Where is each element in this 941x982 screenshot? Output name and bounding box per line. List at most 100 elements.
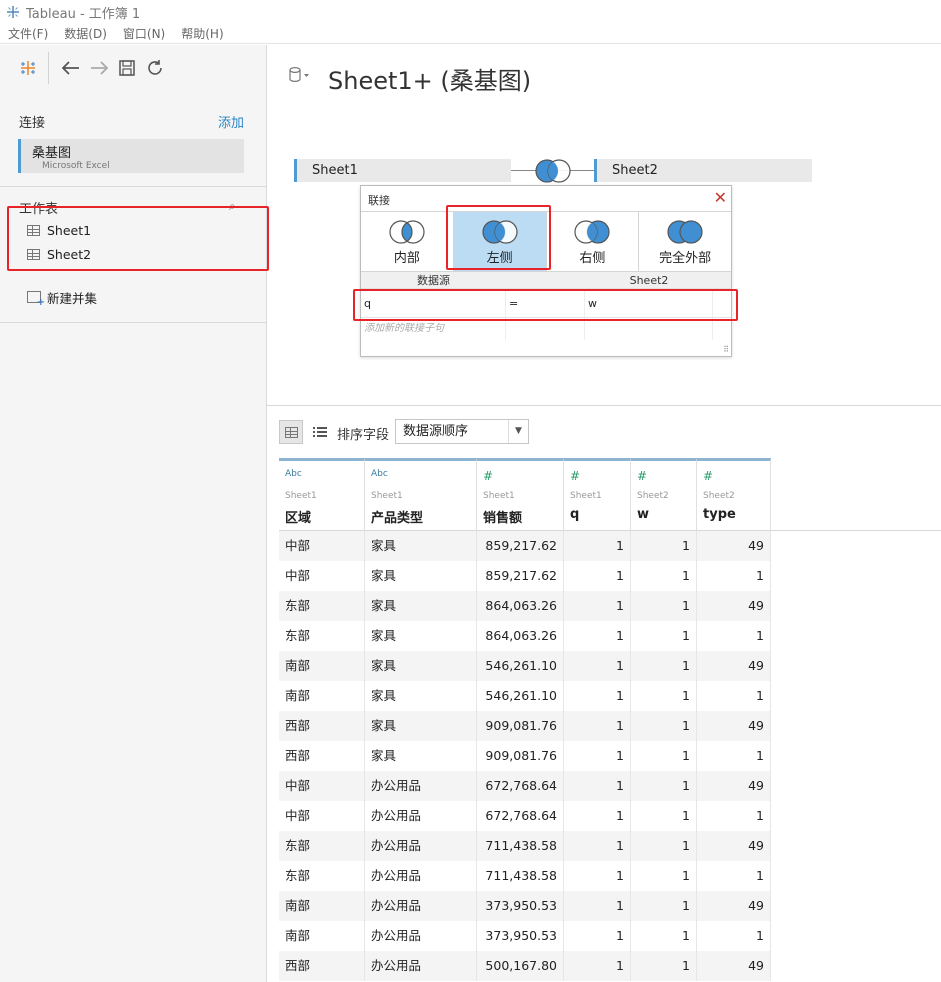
connection-item[interactable]: 桑基图 Microsoft Excel bbox=[18, 139, 244, 173]
close-icon[interactable]: ✕ bbox=[714, 188, 727, 207]
resize-grip-icon[interactable]: ⠿ bbox=[723, 345, 729, 354]
table-cell: 1 bbox=[564, 561, 631, 591]
save-icon[interactable] bbox=[113, 54, 141, 82]
table-cell: 家具 bbox=[365, 651, 477, 681]
table-cell: 711,438.58 bbox=[477, 831, 564, 861]
table-cell: 1 bbox=[564, 951, 631, 981]
table-cell: 西部 bbox=[279, 711, 365, 741]
table-cell: 500,167.80 bbox=[477, 951, 564, 981]
column-source: Sheet1 bbox=[483, 491, 515, 501]
column-name: 产品类型 bbox=[371, 511, 424, 526]
grid-view-button[interactable] bbox=[279, 420, 303, 444]
new-union-item[interactable]: 新建并集 bbox=[27, 287, 97, 308]
table-row: 南部 家具 546,261.10 1 1 49 bbox=[279, 651, 771, 681]
table-cell: 南部 bbox=[279, 921, 365, 951]
table-cell: 1 bbox=[631, 531, 697, 561]
number-type-icon[interactable]: # bbox=[483, 469, 563, 483]
table-cell: 1 bbox=[631, 681, 697, 711]
menu-data[interactable]: 数据(D) bbox=[64, 25, 107, 42]
chevron-down-icon: ▼ bbox=[508, 420, 528, 443]
table-cell: 1 bbox=[631, 621, 697, 651]
clause-empty-cell bbox=[585, 318, 713, 340]
table-cell: 49 bbox=[697, 771, 771, 801]
menu-window[interactable]: 窗口(N) bbox=[123, 25, 165, 42]
left-join-icon[interactable] bbox=[532, 158, 574, 187]
string-type-icon[interactable]: Abc bbox=[285, 469, 364, 483]
column-header[interactable]: Abc Sheet1 区域 bbox=[279, 458, 365, 531]
number-type-icon[interactable]: # bbox=[637, 469, 696, 483]
table-cell: 859,217.62 bbox=[477, 531, 564, 561]
join-type-label: 内部 bbox=[393, 251, 420, 266]
table-cell: 1 bbox=[564, 711, 631, 741]
join-type-inner[interactable]: 内部 bbox=[361, 212, 454, 271]
column-source: Sheet1 bbox=[285, 491, 317, 501]
table-cell: 1 bbox=[631, 591, 697, 621]
table-cell: 1 bbox=[564, 831, 631, 861]
table-cell: 1 bbox=[631, 771, 697, 801]
menu-file[interactable]: 文件(F) bbox=[8, 25, 48, 42]
sort-field-dropdown[interactable]: 数据源顺序 ▼ bbox=[395, 419, 529, 444]
clause-empty-cell bbox=[506, 318, 585, 340]
union-icon bbox=[27, 291, 45, 308]
refresh-icon[interactable] bbox=[141, 54, 169, 82]
menu-help[interactable]: 帮助(H) bbox=[181, 25, 223, 42]
join-type-full-outer[interactable]: 完全外部 bbox=[639, 212, 731, 271]
datasource-title[interactable]: Sheet1+ (桑基图) bbox=[328, 61, 531, 96]
left-table-sheet1[interactable]: Sheet1 bbox=[294, 159, 511, 182]
column-source: Sheet1 bbox=[570, 491, 602, 501]
column-header[interactable]: Abc Sheet1 产品类型 bbox=[365, 458, 477, 531]
column-header[interactable]: # Sheet2 type bbox=[697, 458, 771, 531]
table-cell: 中部 bbox=[279, 801, 365, 831]
table-cell: 家具 bbox=[365, 681, 477, 711]
clause-col-datasource: 数据源 bbox=[417, 274, 450, 287]
right-table-sheet2[interactable]: Sheet2 bbox=[594, 159, 812, 182]
table-cell: 1 bbox=[564, 891, 631, 921]
join-dialog-title: 联接 bbox=[368, 194, 390, 207]
join-type-right[interactable]: 右侧 bbox=[547, 212, 640, 271]
table-cell: 49 bbox=[697, 951, 771, 981]
list-view-button[interactable] bbox=[309, 420, 331, 444]
table-cell: 1 bbox=[631, 831, 697, 861]
left-pane: 连接 添加 桑基图 Microsoft Excel 工作表 ⌕ Sheet1 S… bbox=[0, 45, 267, 982]
column-header[interactable]: # Sheet1 q bbox=[564, 458, 631, 531]
table-cell: 1 bbox=[697, 741, 771, 771]
table-row: 西部 家具 909,081.76 1 1 1 bbox=[279, 741, 771, 771]
table-cell: 1 bbox=[697, 561, 771, 591]
table-cell: 1 bbox=[631, 651, 697, 681]
table-cell: 373,950.53 bbox=[477, 891, 564, 921]
column-source: Sheet2 bbox=[637, 491, 669, 501]
table-cell: 1 bbox=[631, 921, 697, 951]
table-cell: 1 bbox=[564, 531, 631, 561]
table-row: 中部 办公用品 672,768.64 1 1 49 bbox=[279, 771, 771, 801]
table-cell: 1 bbox=[564, 651, 631, 681]
clause-col-sheet2: Sheet2 bbox=[629, 274, 669, 287]
number-type-icon[interactable]: # bbox=[570, 469, 630, 483]
add-join-clause[interactable]: 添加新的联接子句 bbox=[361, 318, 731, 340]
number-type-icon[interactable]: # bbox=[703, 469, 770, 483]
forward-arrow-icon[interactable] bbox=[85, 54, 113, 82]
datasource-cylinder-icon[interactable] bbox=[288, 66, 309, 86]
column-name: 区域 bbox=[285, 511, 312, 526]
table-cell: 中部 bbox=[279, 771, 365, 801]
table-cell: 家具 bbox=[365, 591, 477, 621]
table-cell: 家具 bbox=[365, 711, 477, 741]
list-icon bbox=[313, 427, 327, 437]
string-type-icon[interactable]: Abc bbox=[371, 469, 476, 483]
add-connection-link[interactable]: 添加 bbox=[218, 112, 244, 131]
column-name: type bbox=[703, 507, 736, 522]
column-name: q bbox=[570, 507, 580, 522]
table-row: 南部 家具 546,261.10 1 1 1 bbox=[279, 681, 771, 711]
column-header[interactable]: # Sheet1 销售额 bbox=[477, 458, 564, 531]
table-cell: 859,217.62 bbox=[477, 561, 564, 591]
table-cell: 东部 bbox=[279, 591, 365, 621]
back-arrow-icon[interactable] bbox=[57, 54, 85, 82]
column-name: w bbox=[637, 507, 650, 522]
table-cell: 864,063.26 bbox=[477, 621, 564, 651]
table-cell: 1 bbox=[631, 741, 697, 771]
table-cell: 南部 bbox=[279, 891, 365, 921]
table-cell: 546,261.10 bbox=[477, 681, 564, 711]
table-cell: 1 bbox=[697, 621, 771, 651]
tableau-home-icon[interactable] bbox=[14, 54, 42, 82]
table-row: 中部 家具 859,217.62 1 1 49 bbox=[279, 531, 771, 561]
column-header[interactable]: # Sheet2 w bbox=[631, 458, 697, 531]
